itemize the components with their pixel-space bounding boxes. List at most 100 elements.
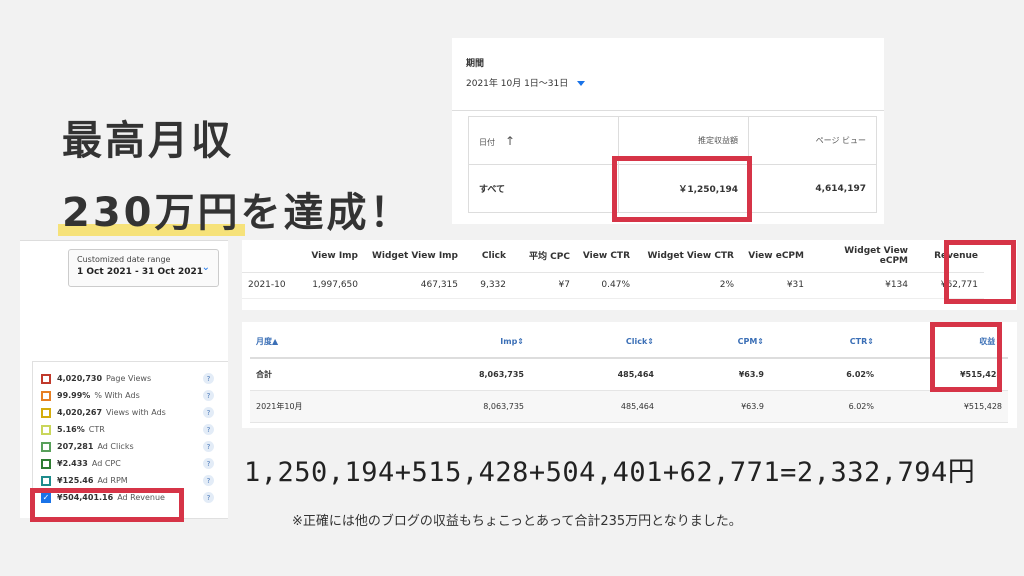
cell-all: すべて	[468, 164, 619, 213]
table-cell: 2%	[636, 272, 740, 299]
sort-up-icon[interactable]: ↑	[505, 134, 515, 148]
column-header[interactable]: 平均 CPC	[512, 240, 576, 273]
help-icon[interactable]: ?	[203, 390, 214, 401]
table-row-month: 2021年10月 8,063,735 485,464 ¥63.9 6.02% ¥515,4…	[250, 390, 1008, 423]
table-cell: 9,332	[464, 272, 512, 299]
column-header[interactable]: 月度▲	[250, 326, 400, 359]
monthly-report-panel: 月度▲ Imp⇕ Click⇕ CPM⇕ CTR⇕ 収益⇕ 合計 8,063,735 485,…	[242, 322, 1017, 428]
column-header[interactable]: CTR⇕	[770, 326, 880, 359]
column-header-pageviews[interactable]: ページ ビュー	[748, 116, 877, 165]
caret-down-icon[interactable]	[577, 81, 586, 86]
metric-label: Ad Clicks	[97, 442, 134, 451]
footnote: ※正確には他のブログの収益もちょこっとあって合計235万円となりました。	[292, 514, 742, 529]
checkbox-icon[interactable]	[41, 373, 51, 384]
table-cell: ¥63.9	[660, 358, 770, 391]
monthly-table: 月度▲ Imp⇕ Click⇕ CPM⇕ CTR⇕ 収益⇕ 合計 8,063,735 485,…	[250, 326, 1008, 423]
column-header[interactable]: Click⇕	[530, 326, 660, 359]
period-value: 2021年 10月 1日～31日	[466, 79, 569, 89]
period-selector[interactable]: 2021年 10月 1日～31日	[466, 76, 586, 89]
headline-line1: 最高月収	[62, 118, 234, 164]
metric-item[interactable]: 5.16% CTR?	[33, 421, 228, 438]
column-header[interactable]: Widget View Imp	[364, 240, 464, 273]
metric-label: Ad CPC	[91, 459, 121, 468]
metric-item[interactable]: 99.99%% With Ads?	[33, 387, 228, 404]
checkbox-icon[interactable]	[41, 390, 51, 401]
checkbox-icon[interactable]	[41, 407, 51, 418]
help-icon[interactable]: ?	[203, 373, 214, 384]
period-label: 期間	[466, 59, 485, 69]
metric-value: 5.16%	[57, 425, 85, 434]
metric-item[interactable]: 207,281 Ad Clicks?	[33, 438, 228, 455]
metric-value: ¥2.433	[57, 459, 88, 468]
metric-label: % With Ads	[94, 391, 140, 400]
table-cell: ¥515,428	[880, 390, 1008, 423]
column-header[interactable]: View Imp	[294, 240, 364, 273]
help-icon[interactable]: ?	[203, 458, 214, 469]
metric-value: 99.99%	[57, 391, 91, 400]
table-cell: 485,464	[530, 358, 660, 391]
table-cell: 6.02%	[770, 390, 880, 423]
ezoic-metrics-panel: Customized date range 1 Oct 2021 - 31 Oc…	[20, 240, 228, 519]
divider	[452, 110, 884, 111]
metric-value: 4,020,267	[57, 408, 103, 417]
table-row: 2021-10 1,997,650 467,315 9,332 ¥7 0.47% 2% ¥31…	[242, 272, 984, 299]
highlight-box-adsense	[612, 156, 752, 222]
cell-pageviews: 4,614,197	[748, 164, 877, 213]
headline-line2: 230万円を達成！	[58, 180, 413, 238]
metric-label: Ad RPM	[97, 476, 128, 485]
table-row-total: 合計 8,063,735 485,464 ¥63.9 6.02% ¥515,428	[250, 358, 1008, 391]
column-header[interactable]: Imp⇕	[400, 326, 530, 359]
metric-label: Views with Ads	[106, 408, 166, 417]
help-icon[interactable]: ?	[203, 475, 214, 486]
headline: 最高月収 230万円を達成！	[58, 108, 413, 238]
table-cell: 6.02%	[770, 358, 880, 391]
metric-value: ¥125.46	[57, 476, 94, 485]
checkbox-icon[interactable]	[41, 475, 51, 486]
table-cell: 485,464	[530, 390, 660, 423]
metric-label: Page Views	[106, 374, 152, 383]
metric-value: 4,020,730	[57, 374, 103, 383]
metric-value: 207,281	[57, 442, 94, 451]
table-cell: ¥7	[512, 272, 576, 299]
table-cell: ¥63.9	[660, 390, 770, 423]
metric-item[interactable]: ¥125.46 Ad RPM?	[33, 472, 228, 489]
table-cell: 467,315	[364, 272, 464, 299]
column-header[interactable]: View eCPM	[740, 240, 810, 273]
highlight-box-ad-revenue	[30, 488, 184, 522]
metric-item[interactable]: 4,020,730 Page Views?	[33, 370, 228, 387]
checkbox-icon[interactable]	[41, 458, 51, 469]
metric-item[interactable]: 4,020,267 Views with Ads?	[33, 404, 228, 421]
mgid-table: View Imp Widget View Imp Click 平均 CPC View C…	[242, 240, 984, 299]
date-range-label: Customized date range	[77, 255, 171, 264]
table-cell: 2021-10	[242, 272, 294, 299]
metric-item[interactable]: ¥2.433 Ad CPC?	[33, 455, 228, 472]
table-cell: 2021年10月	[250, 390, 400, 423]
table-cell: ¥134	[810, 272, 914, 299]
column-header[interactable]: Widget View CTR	[636, 240, 740, 273]
mgid-report-panel: View Imp Widget View Imp Click 平均 CPC View C…	[242, 240, 1017, 310]
column-header[interactable]	[242, 240, 294, 273]
table-cell: 8,063,735	[400, 390, 530, 423]
help-icon[interactable]: ?	[203, 441, 214, 452]
column-header[interactable]: Click	[464, 240, 512, 273]
column-header[interactable]: Widget View eCPM	[810, 240, 914, 273]
sum-formula: 1,250,194+515,428+504,401+62,771=2,332,7…	[244, 457, 976, 488]
highlight-box-revenue	[944, 240, 1016, 304]
headline-rest: を達成！	[240, 190, 413, 236]
highlight-box-shueki	[930, 322, 1002, 392]
column-header[interactable]: CPM⇕	[660, 326, 770, 359]
column-header-date[interactable]: 日付 ↑	[468, 116, 619, 165]
column-header[interactable]: View CTR	[576, 240, 636, 273]
table-cell: 8,063,735	[400, 358, 530, 391]
date-range-dropdown[interactable]: Customized date range 1 Oct 2021 - 31 Oc…	[68, 249, 219, 287]
checkbox-icon[interactable]	[41, 424, 51, 435]
date-range-value: 1 Oct 2021 - 31 Oct 2021	[77, 267, 203, 277]
headline-highlight: 230万円	[58, 180, 244, 238]
metric-label: CTR	[88, 425, 105, 434]
chevron-down-icon: ⌄	[201, 262, 210, 273]
help-icon[interactable]: ?	[203, 492, 214, 503]
help-icon[interactable]: ?	[203, 424, 214, 435]
table-cell: 1,997,650	[294, 272, 364, 299]
checkbox-icon[interactable]	[41, 441, 51, 452]
help-icon[interactable]: ?	[203, 407, 214, 418]
